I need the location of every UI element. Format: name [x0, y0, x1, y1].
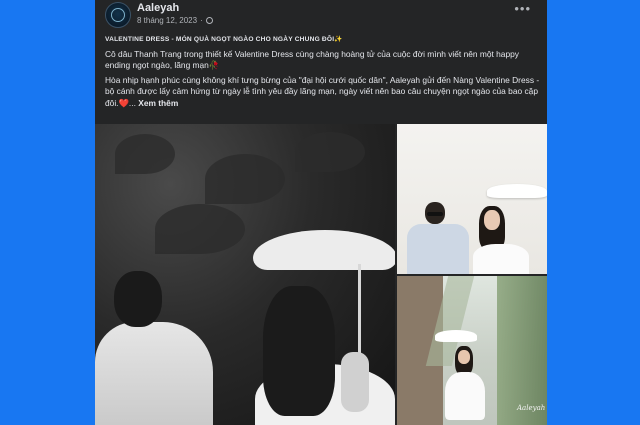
- groom-shape: [407, 224, 469, 274]
- avatar-logo-icon: [111, 8, 125, 22]
- more-options-icon[interactable]: •••: [514, 2, 531, 15]
- sunglasses-shape: [427, 212, 443, 216]
- foliage-shape: [295, 132, 365, 172]
- foliage-shape: [205, 154, 285, 204]
- post-header: Aaleyah 8 tháng 12, 2023 · •••: [95, 0, 547, 32]
- groom-shape: [95, 322, 213, 425]
- parasol-pole: [358, 264, 361, 364]
- globe-icon: [205, 17, 213, 24]
- post-text: VALENTINE DRESS - MÓN QUÀ NGỌT NGÀO CHO …: [105, 34, 541, 112]
- photo-bride-garden[interactable]: Aaleyah: [397, 276, 547, 425]
- photo-watermark: Aaleyah: [517, 404, 546, 412]
- bride-face-shape: [458, 350, 470, 364]
- bride-arm-shape: [341, 352, 369, 412]
- post-paragraph-2: Hòa nhịp hạnh phúc cùng không khí tưng b…: [105, 75, 541, 110]
- parasol-shape: [487, 184, 547, 198]
- see-more-link[interactable]: Xem thêm: [138, 98, 178, 108]
- parasol-shape: [435, 330, 477, 342]
- foliage-shape: [497, 276, 547, 425]
- parasol-shape: [253, 230, 395, 270]
- bride-face-shape: [484, 210, 500, 230]
- author-avatar[interactable]: [105, 2, 131, 28]
- author-name[interactable]: Aaleyah: [137, 2, 179, 14]
- foliage-shape: [155, 204, 245, 254]
- bride-dress-shape: [473, 244, 529, 274]
- post-paragraph-1: Cô dâu Thanh Trang trong thiết kế Valent…: [105, 48, 519, 71]
- post-meta: 8 tháng 12, 2023 ·: [137, 16, 213, 25]
- bride-hair-shape: [263, 286, 335, 416]
- photo-couple-portrait[interactable]: [397, 124, 547, 274]
- groom-head-shape: [114, 271, 162, 327]
- post-card: Aaleyah 8 tháng 12, 2023 · ••• VALENTINE…: [95, 0, 547, 425]
- photo-couple-parasol[interactable]: [95, 124, 395, 425]
- post-headline: VALENTINE DRESS - MÓN QUÀ NGỌT NGÀO CHO …: [105, 36, 343, 43]
- foliage-shape: [115, 134, 175, 174]
- post-date[interactable]: 8 tháng 12, 2023: [137, 16, 197, 25]
- bride-dress-shape: [445, 372, 485, 420]
- photo-grid: Aaleyah: [95, 124, 547, 425]
